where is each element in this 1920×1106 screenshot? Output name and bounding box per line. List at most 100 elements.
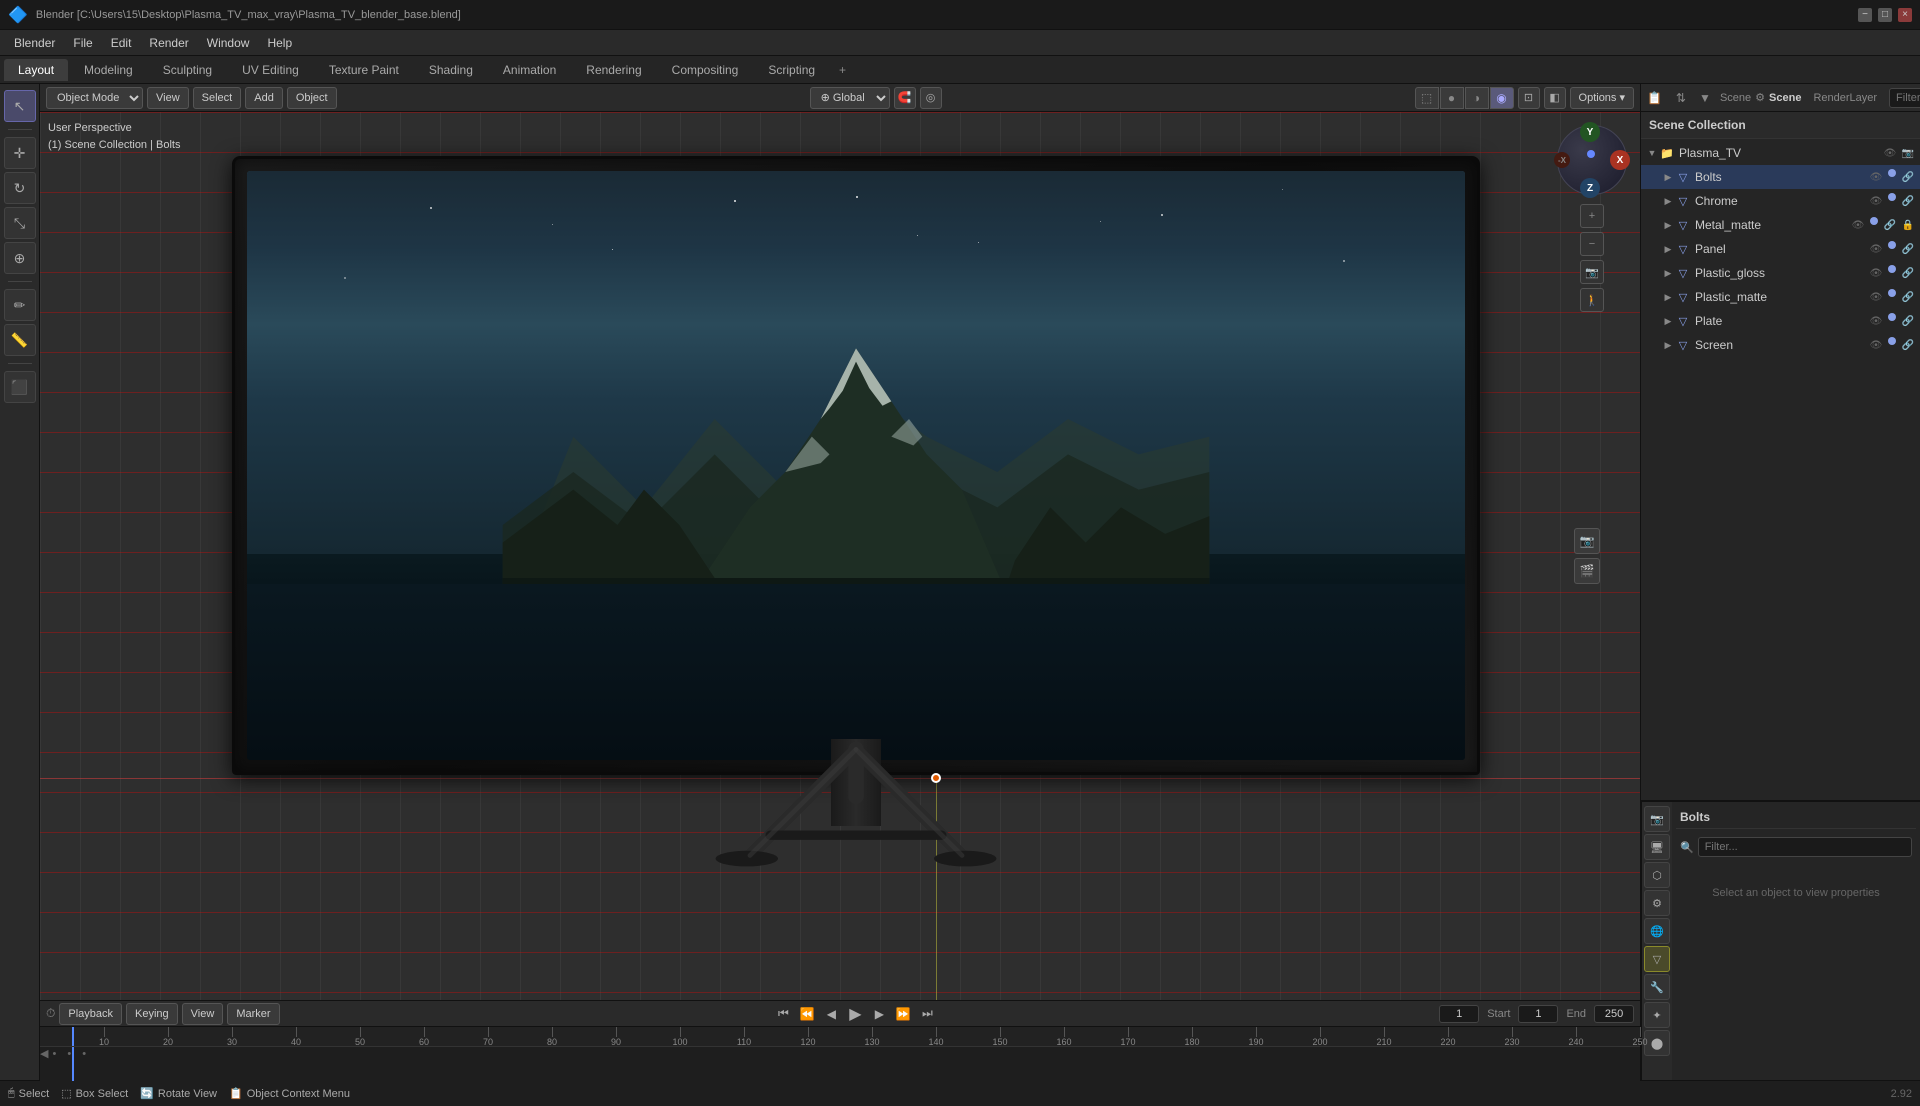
props-view-layer-btn[interactable]: ⬡ [1644, 862, 1670, 888]
menu-render[interactable]: Render [141, 34, 196, 52]
props-material-btn[interactable]: ⬤ [1644, 1030, 1670, 1056]
marker-menu[interactable]: Marker [227, 1003, 279, 1025]
timeline-content[interactable] [40, 1047, 1640, 1081]
object-mode-select[interactable]: Object Mode Edit Mode Sculpt Mode [46, 87, 143, 109]
measure-tool[interactable]: 📏 [4, 324, 36, 356]
tab-layout[interactable]: Layout [4, 59, 68, 81]
render-shade-btn[interactable]: ◉ [1490, 87, 1514, 109]
add-cube-tool[interactable]: ⬛ [4, 371, 36, 403]
move-tool[interactable]: ✛ [4, 137, 36, 169]
tab-texture-paint[interactable]: Texture Paint [315, 59, 413, 81]
menu-blender[interactable]: Blender [6, 34, 63, 52]
select-tool[interactable]: ↖ [4, 90, 36, 122]
zoom-in-button[interactable]: + [1580, 204, 1604, 228]
tree-item-metal-matte[interactable]: ▶ ▽ Metal_matte 👁 🔗 🔒 [1641, 213, 1920, 237]
keying-menu[interactable]: Keying [126, 1003, 178, 1025]
nav-gizmo[interactable]: X -X Y Z [1552, 120, 1632, 200]
props-output-btn[interactable]: 🖥 [1644, 834, 1670, 860]
tree-item-plastic-matte[interactable]: ▶ ▽ Plastic_matte 👁 🔗 [1641, 285, 1920, 309]
tree-item-plastic-gloss[interactable]: ▶ ▽ Plastic_gloss 👁 🔗 [1641, 261, 1920, 285]
props-scene-btn[interactable]: ⚙ [1644, 890, 1670, 916]
props-object-btn[interactable]: ▽ [1644, 946, 1670, 972]
tree-arrow-screen[interactable]: ▶ [1661, 338, 1675, 352]
prev-frame-btn[interactable]: ⏪ [797, 1004, 817, 1024]
prev-keyframe-btn[interactable]: ◀ [821, 1004, 841, 1024]
visibility-btn-metal-matte[interactable]: 👁 [1850, 217, 1866, 233]
tab-modeling[interactable]: Modeling [70, 59, 147, 81]
overlay-toggle[interactable]: ⊡ [1518, 87, 1540, 109]
viewport-camera-icon[interactable]: 📷 [1574, 528, 1600, 554]
solid-shade-btn[interactable]: ● [1440, 87, 1464, 109]
menu-window[interactable]: Window [199, 34, 258, 52]
tab-sculpting[interactable]: Sculpting [149, 59, 226, 81]
annotate-tool[interactable]: ✏ [4, 289, 36, 321]
render-btn-plasma-tv[interactable]: 📷 [1900, 145, 1916, 161]
props-particles-btn[interactable]: ✦ [1644, 1002, 1670, 1028]
tree-arrow-chrome[interactable]: ▶ [1661, 194, 1675, 208]
restrict-btn-screen[interactable]: 🔗 [1900, 337, 1916, 353]
add-workspace-button[interactable]: + [831, 59, 854, 81]
start-frame-input[interactable]: 1 [1518, 1005, 1558, 1023]
tree-item-chrome[interactable]: ▶ ▽ Chrome 👁 🔗 [1641, 189, 1920, 213]
menu-file[interactable]: File [65, 34, 100, 52]
props-render-btn[interactable]: 📷 [1644, 806, 1670, 832]
tree-item-plasma-tv[interactable]: ▼ 📁 Plasma_TV 👁 📷 [1641, 141, 1920, 165]
tab-compositing[interactable]: Compositing [658, 59, 753, 81]
current-frame-input[interactable]: 1 [1439, 1005, 1479, 1023]
menu-help[interactable]: Help [259, 34, 300, 52]
rotate-tool[interactable]: ↻ [4, 172, 36, 204]
restrict-btn-bolts[interactable]: 🔗 [1900, 169, 1916, 185]
scale-tool[interactable]: ⤡ [4, 207, 36, 239]
select-menu-button[interactable]: Select [193, 87, 242, 109]
outliner-sort-icon[interactable]: ⇅ [1670, 87, 1692, 109]
tree-item-screen[interactable]: ▶ ▽ Screen 👁 🔗 [1641, 333, 1920, 357]
view-menu-button[interactable]: View [147, 87, 189, 109]
tree-arrow-panel[interactable]: ▶ [1661, 242, 1675, 256]
visibility-btn-plastic-gloss[interactable]: 👁 [1868, 265, 1884, 281]
restrict-btn-plastic-matte[interactable]: 🔗 [1900, 289, 1916, 305]
nav-x-neg-axis[interactable]: -X [1554, 152, 1570, 168]
wireframe-shade-btn[interactable]: ⬚ [1415, 87, 1439, 109]
end-frame-input[interactable]: 250 [1594, 1005, 1634, 1023]
tree-arrow-bolts[interactable]: ▶ [1661, 170, 1675, 184]
add-menu-button[interactable]: Add [245, 87, 283, 109]
tree-item-plate[interactable]: ▶ ▽ Plate 👁 🔗 [1641, 309, 1920, 333]
tree-arrow-plasma-tv[interactable]: ▼ [1645, 146, 1659, 160]
props-world-btn[interactable]: 🌐 [1644, 918, 1670, 944]
viewport-render-icon[interactable]: 🎬 [1574, 558, 1600, 584]
tree-item-panel[interactable]: ▶ ▽ Panel 👁 🔗 [1641, 237, 1920, 261]
outliner-filter-icon[interactable]: ▼ [1694, 87, 1716, 109]
visibility-btn-plate[interactable]: 👁 [1868, 313, 1884, 329]
3d-viewport[interactable]: User Perspective (1) Scene Collection | … [40, 112, 1640, 1000]
tree-arrow-plate[interactable]: ▶ [1661, 314, 1675, 328]
minimize-button[interactable]: − [1858, 8, 1872, 22]
tab-rendering[interactable]: Rendering [572, 59, 655, 81]
tree-arrow-plastic-matte[interactable]: ▶ [1661, 290, 1675, 304]
next-keyframe-btn[interactable]: ▶ [869, 1004, 889, 1024]
props-modifier-btn[interactable]: 🔧 [1644, 974, 1670, 1000]
tree-arrow-metal-matte[interactable]: ▶ [1661, 218, 1675, 232]
visibility-btn-panel[interactable]: 👁 [1868, 241, 1884, 257]
play-btn[interactable]: ▶ [845, 1004, 865, 1024]
visibility-btn-screen[interactable]: 👁 [1868, 337, 1884, 353]
jump-start-btn[interactable]: ⏮ [773, 1004, 793, 1024]
tab-uv-editing[interactable]: UV Editing [228, 59, 313, 81]
next-frame-btn[interactable]: ⏩ [893, 1004, 913, 1024]
options-button[interactable]: Options ▾ [1570, 87, 1635, 109]
object-menu-button[interactable]: Object [287, 87, 337, 109]
transform-space-select[interactable]: ⊕ Global Local Normal [810, 87, 890, 109]
xray-toggle[interactable]: ◧ [1544, 87, 1566, 109]
nav-z-axis[interactable]: Z [1580, 178, 1600, 198]
visibility-btn-plasma-tv[interactable]: 👁 [1882, 145, 1898, 161]
tree-item-bolts[interactable]: ▶ ▽ Bolts 👁 🔗 [1641, 165, 1920, 189]
visibility-btn-bolts[interactable]: 👁 [1868, 169, 1884, 185]
tab-scripting[interactable]: Scripting [754, 59, 829, 81]
maximize-button[interactable]: □ [1878, 8, 1892, 22]
restrict-btn-metal-matte[interactable]: 🔗 [1882, 217, 1898, 233]
timeline-view-menu[interactable]: View [182, 1003, 224, 1025]
nav-x-axis[interactable]: X [1610, 150, 1630, 170]
tab-animation[interactable]: Animation [489, 59, 570, 81]
tab-shading[interactable]: Shading [415, 59, 487, 81]
walk-mode-button[interactable]: 🚶 [1580, 288, 1604, 312]
proportional-toggle[interactable]: ◎ [920, 87, 942, 109]
